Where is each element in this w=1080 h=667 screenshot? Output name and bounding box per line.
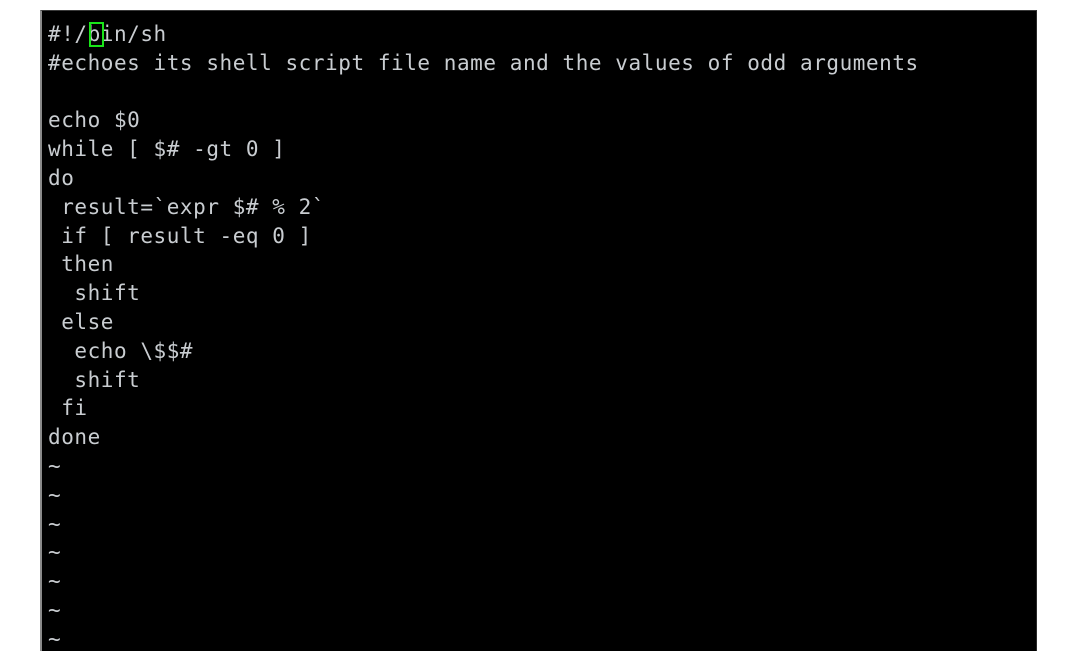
editor-empty-line-marker[interactable]: ~ (48, 625, 1036, 651)
editor-line[interactable]: do (48, 164, 1036, 193)
editor-line[interactable]: #echoes its shell script file name and t… (48, 49, 1036, 78)
editor-line[interactable]: echo \$$# (48, 337, 1036, 366)
editor-line[interactable]: if [ result -eq 0 ] (48, 222, 1036, 251)
editor-empty-line-marker[interactable]: ~ (48, 481, 1036, 510)
editor-empty-line-marker[interactable]: ~ (48, 567, 1036, 596)
editor-line[interactable]: else (48, 308, 1036, 337)
screen: #!/bin/sh #echoes its shell script file n… (0, 0, 1080, 667)
editor-buffer[interactable]: #!/bin/sh #echoes its shell script file n… (48, 20, 1036, 651)
editor-line[interactable]: result=`expr $# % 2` (48, 193, 1036, 222)
editor-line[interactable]: shift (48, 366, 1036, 395)
editor-line[interactable]: shift (48, 279, 1036, 308)
editor-empty-line-marker[interactable]: ~ (48, 596, 1036, 625)
editor-line[interactable]: fi (48, 394, 1036, 423)
editor-empty-line-marker[interactable]: ~ (48, 510, 1036, 539)
editor-empty-line-marker[interactable]: ~ (48, 538, 1036, 567)
terminal-window[interactable]: #!/bin/sh #echoes its shell script file n… (40, 10, 1037, 651)
editor-line[interactable] (48, 78, 1036, 107)
editor-empty-line-marker[interactable]: ~ (48, 452, 1036, 481)
editor-line[interactable]: done (48, 423, 1036, 452)
editor-line[interactable]: while [ $# -gt 0 ] (48, 135, 1036, 164)
editor-line[interactable]: then (48, 250, 1036, 279)
editor-line[interactable]: #!/bin/sh (48, 20, 1036, 49)
editor-line[interactable]: echo $0 (48, 106, 1036, 135)
